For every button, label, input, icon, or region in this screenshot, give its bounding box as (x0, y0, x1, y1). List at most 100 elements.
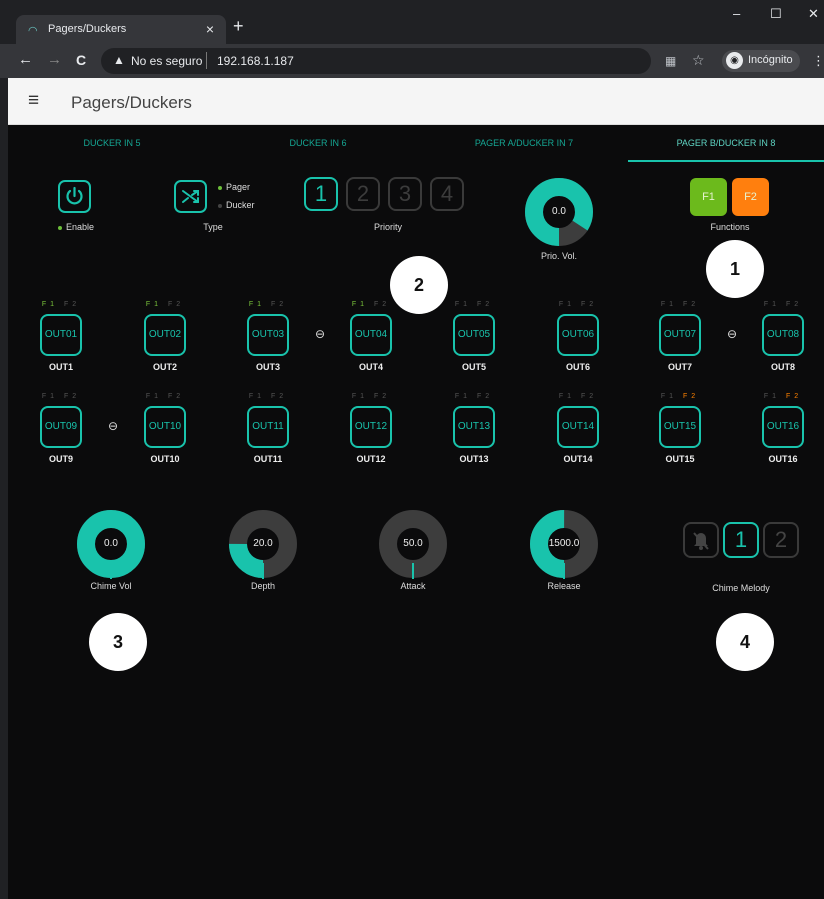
browser-menu-icon[interactable]: ⋮ (812, 53, 824, 69)
bookmark-star-icon[interactable]: ☆ (692, 52, 705, 69)
output-label: OUT9 (48, 454, 73, 464)
minimize-button[interactable]: – (733, 6, 740, 21)
reload-button[interactable]: C (76, 52, 86, 68)
output-button-out10[interactable]: OUT10 (144, 406, 186, 448)
knob-label: Depth (250, 581, 276, 591)
shuffle-icon (182, 190, 199, 203)
type-label: Type (203, 222, 223, 232)
browser-toolbar: ← → C ▲ No es seguro 192.168.1.187 ▦ ☆ ◉… (0, 44, 824, 78)
output-button-out01[interactable]: OUT01 (40, 314, 82, 356)
output-button-out04[interactable]: OUT04 (350, 314, 392, 356)
url-text[interactable]: 192.168.1.187 (217, 54, 294, 68)
maximize-button[interactable]: ☐ (770, 6, 782, 22)
output-button-out06[interactable]: OUT06 (557, 314, 599, 356)
knob-value: 50.0 (403, 538, 423, 549)
knob-depth[interactable]: 20.0 (228, 509, 298, 579)
output-button-out02[interactable]: OUT02 (144, 314, 186, 356)
active-tab-indicator (628, 160, 824, 162)
flag-f2: F2 (476, 393, 494, 400)
knob-attack[interactable]: 50.0 (378, 509, 448, 579)
out-flags: F1 F2 (351, 301, 391, 308)
output-label: OUT2 (152, 362, 177, 372)
prio-vol-knob[interactable]: 0.0 (524, 177, 594, 247)
type-option-ducker[interactable]: Ducker (218, 200, 255, 210)
priority-3-button[interactable]: 3 (388, 177, 422, 211)
flag-f1: F1 (41, 301, 59, 308)
address-bar[interactable]: ▲ No es seguro 192.168.1.187 (101, 48, 651, 74)
tab-ducker-in-6[interactable]: DUCKER IN 6 (218, 138, 418, 148)
priority-1-button[interactable]: 1 (304, 177, 338, 211)
flag-f2: F2 (785, 301, 803, 308)
output-label: OUT1 (48, 362, 73, 372)
out-flags: F1 F2 (41, 301, 81, 308)
browser-window: ◠ Pagers/Duckers × + – ☐ ✕ ← → C ▲ No es… (0, 0, 824, 899)
function-f1-button[interactable]: F1 (690, 178, 727, 216)
link-icon[interactable]: ⊖ (315, 327, 325, 341)
new-tab-button[interactable]: + (233, 17, 244, 35)
output-button-out14[interactable]: OUT14 (557, 406, 599, 448)
flag-f2: F2 (167, 301, 185, 308)
address-divider (206, 52, 207, 69)
output-button-out15[interactable]: OUT15 (659, 406, 701, 448)
knob-label: Release (547, 581, 581, 591)
tab-ducker-in-5[interactable]: DUCKER IN 5 (12, 138, 212, 148)
knob-release[interactable]: 1500.0 (529, 509, 599, 579)
output-label: OUT10 (150, 454, 180, 464)
output-button-out12[interactable]: OUT12 (350, 406, 392, 448)
flag-f1: F1 (660, 301, 678, 308)
tab-pager-b-ducker-in-8[interactable]: PAGER B/DUCKER IN 8 (626, 138, 824, 148)
output-label: OUT12 (356, 454, 386, 464)
tab-close-icon[interactable]: × (206, 21, 214, 37)
output-button-out16[interactable]: OUT16 (762, 406, 804, 448)
tab-pager-a-ducker-in-7[interactable]: PAGER A/DUCKER IN 7 (424, 138, 624, 148)
pager-selected-dot (218, 185, 222, 190)
link-icon[interactable]: ⊖ (108, 419, 118, 433)
tab-strip: ◠ Pagers/Duckers × + – ☐ ✕ (0, 0, 824, 46)
functions-label: Functions (710, 222, 750, 232)
security-status[interactable]: No es seguro (131, 54, 202, 68)
page-title: Pagers/Duckers (71, 93, 192, 112)
out-flags: F1 F2 (145, 393, 185, 400)
tab-favicon-icon: ◠ (28, 25, 38, 37)
enable-button[interactable] (58, 180, 91, 213)
output-button-out13[interactable]: OUT13 (453, 406, 495, 448)
flag-f2: F2 (476, 301, 494, 308)
chime-melody-1-button[interactable]: 1 (723, 522, 759, 558)
output-button-out05[interactable]: OUT05 (453, 314, 495, 356)
output-button-out07[interactable]: OUT07 (659, 314, 701, 356)
type-option-pager[interactable]: Pager (218, 182, 250, 192)
function-f2-button[interactable]: F2 (732, 178, 769, 216)
flag-f2: F2 (167, 393, 185, 400)
link-icon[interactable]: ⊖ (727, 327, 737, 341)
out-flags: F1 F2 (145, 301, 185, 308)
incognito-label: Incógnito (748, 54, 793, 66)
flag-f2: F2 (63, 301, 81, 308)
priority-2-button[interactable]: 2 (346, 177, 380, 211)
knob-value: 1500.0 (548, 538, 580, 549)
browser-tab[interactable]: ◠ Pagers/Duckers × (16, 15, 226, 46)
output-button-out03[interactable]: OUT03 (247, 314, 289, 356)
incognito-badge[interactable]: ◉ Incógnito (722, 50, 800, 72)
chime-melody-2-button[interactable]: 2 (763, 522, 799, 558)
chime-mute-button[interactable] (683, 522, 719, 558)
output-button-out09[interactable]: OUT09 (40, 406, 82, 448)
forward-button[interactable]: → (47, 52, 62, 68)
ducker-dot (218, 203, 222, 208)
output-button-out11[interactable]: OUT11 (247, 406, 289, 448)
flag-f2: F2 (270, 393, 288, 400)
output-label: OUT5 (461, 362, 486, 372)
output-button-out08[interactable]: OUT08 (762, 314, 804, 356)
back-button[interactable]: ← (18, 52, 33, 68)
close-window-button[interactable]: ✕ (808, 6, 819, 22)
translate-icon[interactable]: ▦ (665, 54, 676, 68)
bell-off-icon (693, 532, 709, 550)
type-button[interactable] (174, 180, 207, 213)
knob-chime-vol[interactable]: 0.0 (76, 509, 146, 579)
prio-vol-value: 0.0 (552, 206, 566, 217)
out-flags: F1 F2 (454, 301, 494, 308)
priority-4-button[interactable]: 4 (430, 177, 464, 211)
output-label: OUT4 (358, 362, 383, 372)
out-flags: F1 F2 (41, 393, 81, 400)
flag-f1: F1 (145, 393, 163, 400)
hamburger-menu-icon[interactable]: ≡ (28, 91, 39, 111)
